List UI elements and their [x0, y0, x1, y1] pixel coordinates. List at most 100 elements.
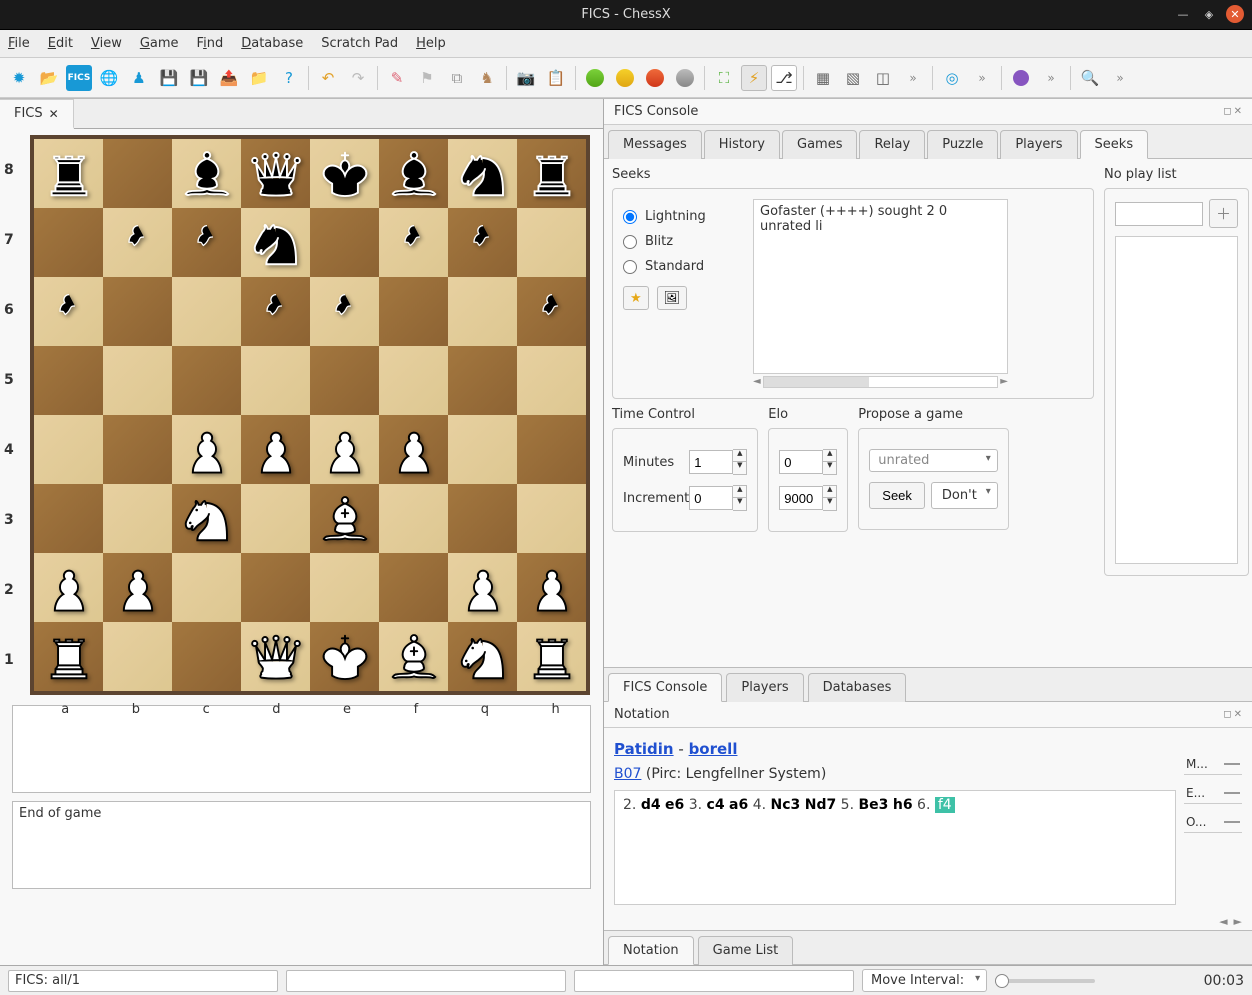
- elo-low-input[interactable]: [779, 450, 823, 474]
- close-panel-icon[interactable]: ✕: [1234, 106, 1242, 117]
- help-icon[interactable]: ?: [276, 65, 302, 91]
- square-h3[interactable]: [517, 484, 586, 553]
- more1-icon[interactable]: »: [900, 65, 926, 91]
- lower-tab-players[interactable]: Players: [726, 673, 803, 702]
- globe-icon[interactable]: 🌐: [96, 65, 122, 91]
- nav-next-icon[interactable]: ►: [1234, 915, 1242, 928]
- interval-slider[interactable]: [995, 979, 1095, 983]
- pawn-icon[interactable]: ♟: [126, 65, 152, 91]
- square-b8[interactable]: [103, 139, 172, 208]
- export-icon[interactable]: 📤: [216, 65, 242, 91]
- dot-red-icon[interactable]: [642, 65, 668, 91]
- radio-lightning[interactable]: [623, 210, 637, 224]
- square-e4[interactable]: [310, 415, 379, 484]
- noplay-add-button[interactable]: ＋: [1209, 199, 1238, 228]
- menu-find[interactable]: Find: [197, 36, 224, 51]
- notation-undock-icon[interactable]: ◻: [1223, 709, 1231, 720]
- elo-high-input[interactable]: [779, 486, 823, 510]
- tab-players[interactable]: Players: [1000, 130, 1077, 159]
- noplay-input[interactable]: [1115, 202, 1203, 226]
- annotation-box[interactable]: [12, 705, 591, 793]
- black-player-link[interactable]: borell: [689, 740, 738, 758]
- tab-games[interactable]: Games: [782, 130, 857, 159]
- square-h2[interactable]: [517, 553, 586, 622]
- square-f6[interactable]: [379, 277, 448, 346]
- elo-low-down[interactable]: ▼: [823, 462, 836, 474]
- menu-help[interactable]: Help: [416, 36, 446, 51]
- grid3-icon[interactable]: ◫: [870, 65, 896, 91]
- camera-icon[interactable]: 📷: [513, 65, 539, 91]
- seek-button[interactable]: Seek: [869, 482, 925, 509]
- square-q8[interactable]: [448, 139, 517, 208]
- tab-fics[interactable]: FICS ✕: [0, 99, 74, 129]
- square-q4[interactable]: [448, 415, 517, 484]
- square-d5[interactable]: [241, 346, 310, 415]
- chess-board[interactable]: [30, 135, 590, 695]
- tab-relay[interactable]: Relay: [859, 130, 925, 159]
- square-q5[interactable]: [448, 346, 517, 415]
- square-c7[interactable]: [172, 208, 241, 277]
- square-e2[interactable]: [310, 553, 379, 622]
- dot-green-icon[interactable]: [582, 65, 608, 91]
- rated-select[interactable]: unrated: [869, 449, 998, 472]
- move-interval-select[interactable]: Move Interval:: [862, 969, 987, 992]
- expand-icon[interactable]: ⛶: [711, 65, 737, 91]
- folder2-icon[interactable]: 📁: [246, 65, 272, 91]
- square-f4[interactable]: [379, 415, 448, 484]
- moves-box[interactable]: 2. d4 e6 3. c4 a6 4. Nc3 Nd7 5. Be3 h6 6…: [614, 790, 1176, 905]
- close-tab-icon[interactable]: ✕: [49, 107, 59, 121]
- noplay-list[interactable]: [1115, 236, 1238, 564]
- copy-icon[interactable]: ⧉: [444, 65, 470, 91]
- square-a4[interactable]: [34, 415, 103, 484]
- square-a5[interactable]: [34, 346, 103, 415]
- scroll-left-icon[interactable]: ◄: [753, 376, 761, 388]
- square-e5[interactable]: [310, 346, 379, 415]
- square-a6[interactable]: [34, 277, 103, 346]
- tab-history[interactable]: History: [704, 130, 780, 159]
- square-d2[interactable]: [241, 553, 310, 622]
- square-c1[interactable]: [172, 622, 241, 691]
- square-f5[interactable]: [379, 346, 448, 415]
- save-icon[interactable]: 💾: [156, 65, 182, 91]
- square-h7[interactable]: [517, 208, 586, 277]
- square-c5[interactable]: [172, 346, 241, 415]
- record-icon[interactable]: [1008, 65, 1034, 91]
- inc-down[interactable]: ▼: [733, 498, 746, 510]
- undo-icon[interactable]: ↶: [315, 65, 341, 91]
- undock-icon[interactable]: ◻: [1223, 106, 1231, 117]
- flag-icon[interactable]: ⚑: [414, 65, 440, 91]
- more2-icon[interactable]: »: [969, 65, 995, 91]
- square-h6[interactable]: [517, 277, 586, 346]
- square-q1[interactable]: [448, 622, 517, 691]
- square-f2[interactable]: [379, 553, 448, 622]
- scroll-right-icon[interactable]: ►: [1000, 376, 1008, 388]
- search-icon[interactable]: 🔍: [1077, 65, 1103, 91]
- square-c8[interactable]: [172, 139, 241, 208]
- square-e8[interactable]: [310, 139, 379, 208]
- more4-icon[interactable]: »: [1107, 65, 1133, 91]
- square-e7[interactable]: [310, 208, 379, 277]
- edit-icon[interactable]: ✎: [384, 65, 410, 91]
- square-b4[interactable]: [103, 415, 172, 484]
- radio-blitz[interactable]: [623, 235, 637, 249]
- redo-icon[interactable]: ↷: [345, 65, 371, 91]
- square-b1[interactable]: [103, 622, 172, 691]
- lower-tab-databases[interactable]: Databases: [808, 673, 907, 702]
- menu-scratch pad[interactable]: Scratch Pad: [321, 36, 398, 51]
- square-b2[interactable]: [103, 553, 172, 622]
- bolt-icon[interactable]: ⚡: [741, 65, 767, 91]
- grid2-icon[interactable]: ▧: [840, 65, 866, 91]
- save-as-icon[interactable]: 💾: [186, 65, 212, 91]
- notation-tab-notation[interactable]: Notation: [608, 936, 694, 965]
- square-d7[interactable]: [241, 208, 310, 277]
- tab-seeks[interactable]: Seeks: [1080, 130, 1149, 159]
- square-f3[interactable]: [379, 484, 448, 553]
- branch-icon[interactable]: ⎇: [771, 65, 797, 91]
- dont-select[interactable]: Don't: [931, 482, 998, 509]
- fics-db-icon[interactable]: FICS: [66, 65, 92, 91]
- square-a8[interactable]: [34, 139, 103, 208]
- minutes-down[interactable]: ▼: [733, 462, 746, 474]
- square-q3[interactable]: [448, 484, 517, 553]
- square-e6[interactable]: [310, 277, 379, 346]
- lower-tab-fics console[interactable]: FICS Console: [608, 673, 722, 702]
